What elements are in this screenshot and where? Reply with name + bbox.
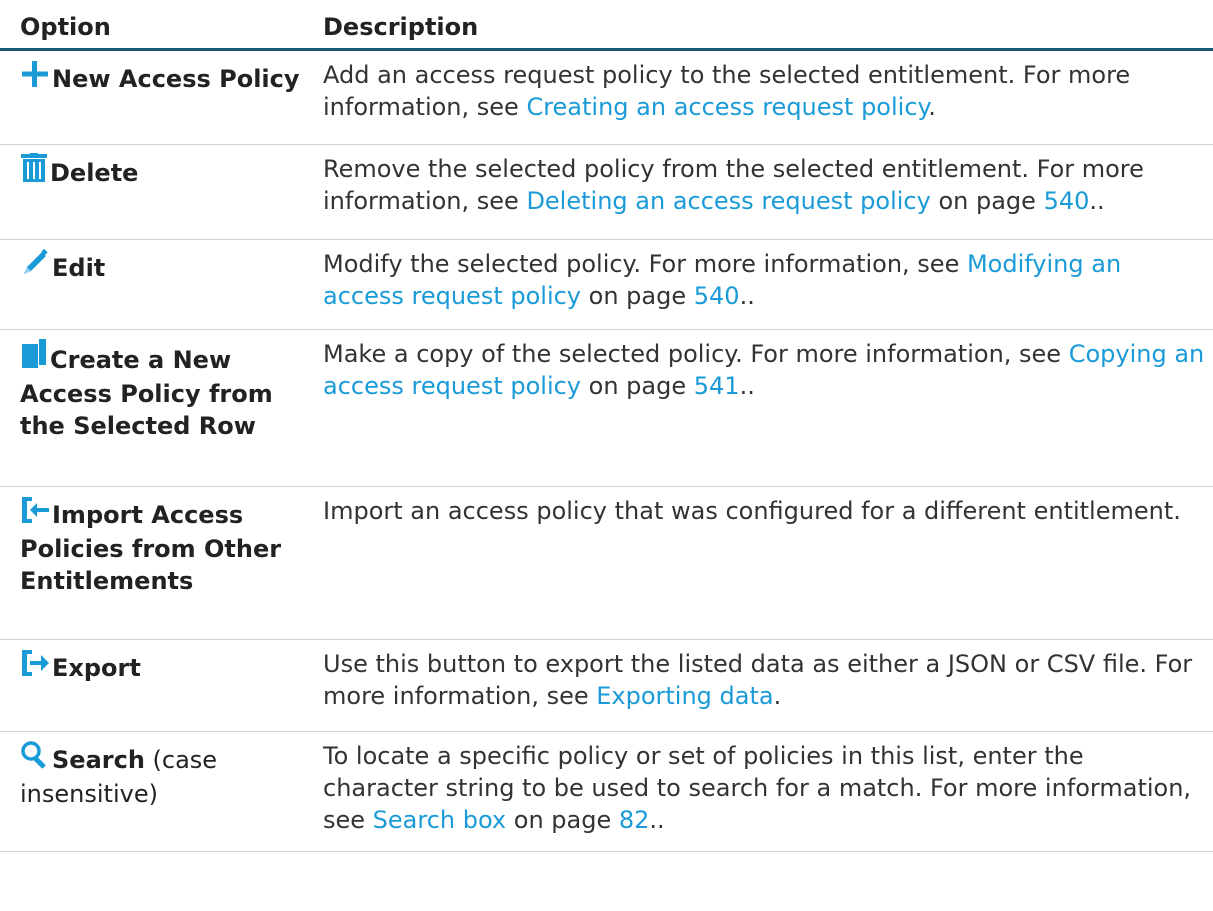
option-cell: Export <box>0 639 315 732</box>
description-text: .. <box>739 282 755 310</box>
option-label: Edit <box>52 254 106 282</box>
trash-icon <box>20 153 48 191</box>
page-link[interactable]: 540 <box>694 282 740 310</box>
description-cell: Modify the selected policy. For more inf… <box>315 239 1213 330</box>
page-link[interactable]: 82 <box>619 806 650 834</box>
table-row: Edit Modify the selected policy. For mor… <box>0 239 1213 330</box>
option-cell: Edit <box>0 239 315 330</box>
table-row: Import Access Policies from Other Entitl… <box>0 486 1213 640</box>
table-row: Create a New Access Policy from the Sele… <box>0 329 1213 487</box>
option-label: Delete <box>50 159 139 187</box>
table-header-row: Option Description <box>0 0 1213 51</box>
pencil-icon <box>20 248 50 286</box>
table-row: New Access Policy Add an access request … <box>0 49 1213 145</box>
description-text: Make a copy of the selected policy. For … <box>323 340 1069 368</box>
export-icon <box>20 648 50 686</box>
table-row: Search (case insensitive) To locate a sp… <box>0 731 1213 852</box>
description-text: . <box>928 93 936 121</box>
description-column-header: Description <box>315 0 1213 51</box>
option-cell: Delete <box>0 144 315 240</box>
creating-policy-link[interactable]: Creating an access request policy <box>526 93 928 121</box>
description-cell: Import an access policy that was configu… <box>315 486 1213 640</box>
description-text: .. <box>1089 187 1105 215</box>
option-column-header: Option <box>0 0 315 51</box>
description-text: . <box>773 682 782 710</box>
description-cell: Remove the selected policy from the sele… <box>315 144 1213 240</box>
plus-icon <box>20 59 50 97</box>
description-text: .. <box>739 372 755 400</box>
option-label: Create a New Access Policy from the Sele… <box>20 346 273 440</box>
description-text: on page <box>930 187 1044 215</box>
description-text: .. <box>649 806 665 834</box>
description-cell: Make a copy of the selected policy. For … <box>315 329 1213 487</box>
option-label: Import Access Policies from Other Entitl… <box>20 501 282 595</box>
option-cell: Search (case insensitive) <box>0 731 315 852</box>
table-row: Delete Remove the selected policy from t… <box>0 144 1213 240</box>
description-cell: Add an access request policy to the sele… <box>315 49 1213 145</box>
options-table: Option Description New Access Policy Add… <box>0 0 1213 852</box>
table-row: Export Use this button to export the lis… <box>0 639 1213 732</box>
import-icon <box>20 495 50 533</box>
option-label: Export <box>52 654 141 682</box>
page-link[interactable]: 541 <box>694 372 740 400</box>
search-box-link[interactable]: Search box <box>373 806 506 834</box>
description-text: on page <box>581 282 694 310</box>
search-icon <box>20 740 50 778</box>
option-cell: Create a New Access Policy from the Sele… <box>0 329 315 487</box>
deleting-policy-link[interactable]: Deleting an access request policy <box>526 187 930 215</box>
description-text: on page <box>506 806 619 834</box>
description-cell: Use this button to export the listed dat… <box>315 639 1213 732</box>
page-link[interactable]: 540 <box>1044 187 1090 215</box>
option-cell: New Access Policy <box>0 49 315 145</box>
option-cell: Import Access Policies from Other Entitl… <box>0 486 315 640</box>
description-text: Import an access policy that was configu… <box>323 497 1181 525</box>
copy-icon <box>20 338 48 378</box>
description-text: on page <box>581 372 694 400</box>
description-text: Modify the selected policy. For more inf… <box>323 250 967 278</box>
exporting-data-link[interactable]: Exporting data <box>596 682 773 710</box>
option-label: New Access Policy <box>52 65 300 93</box>
option-label: Search <box>52 746 145 774</box>
description-cell: To locate a specific policy or set of po… <box>315 731 1213 852</box>
